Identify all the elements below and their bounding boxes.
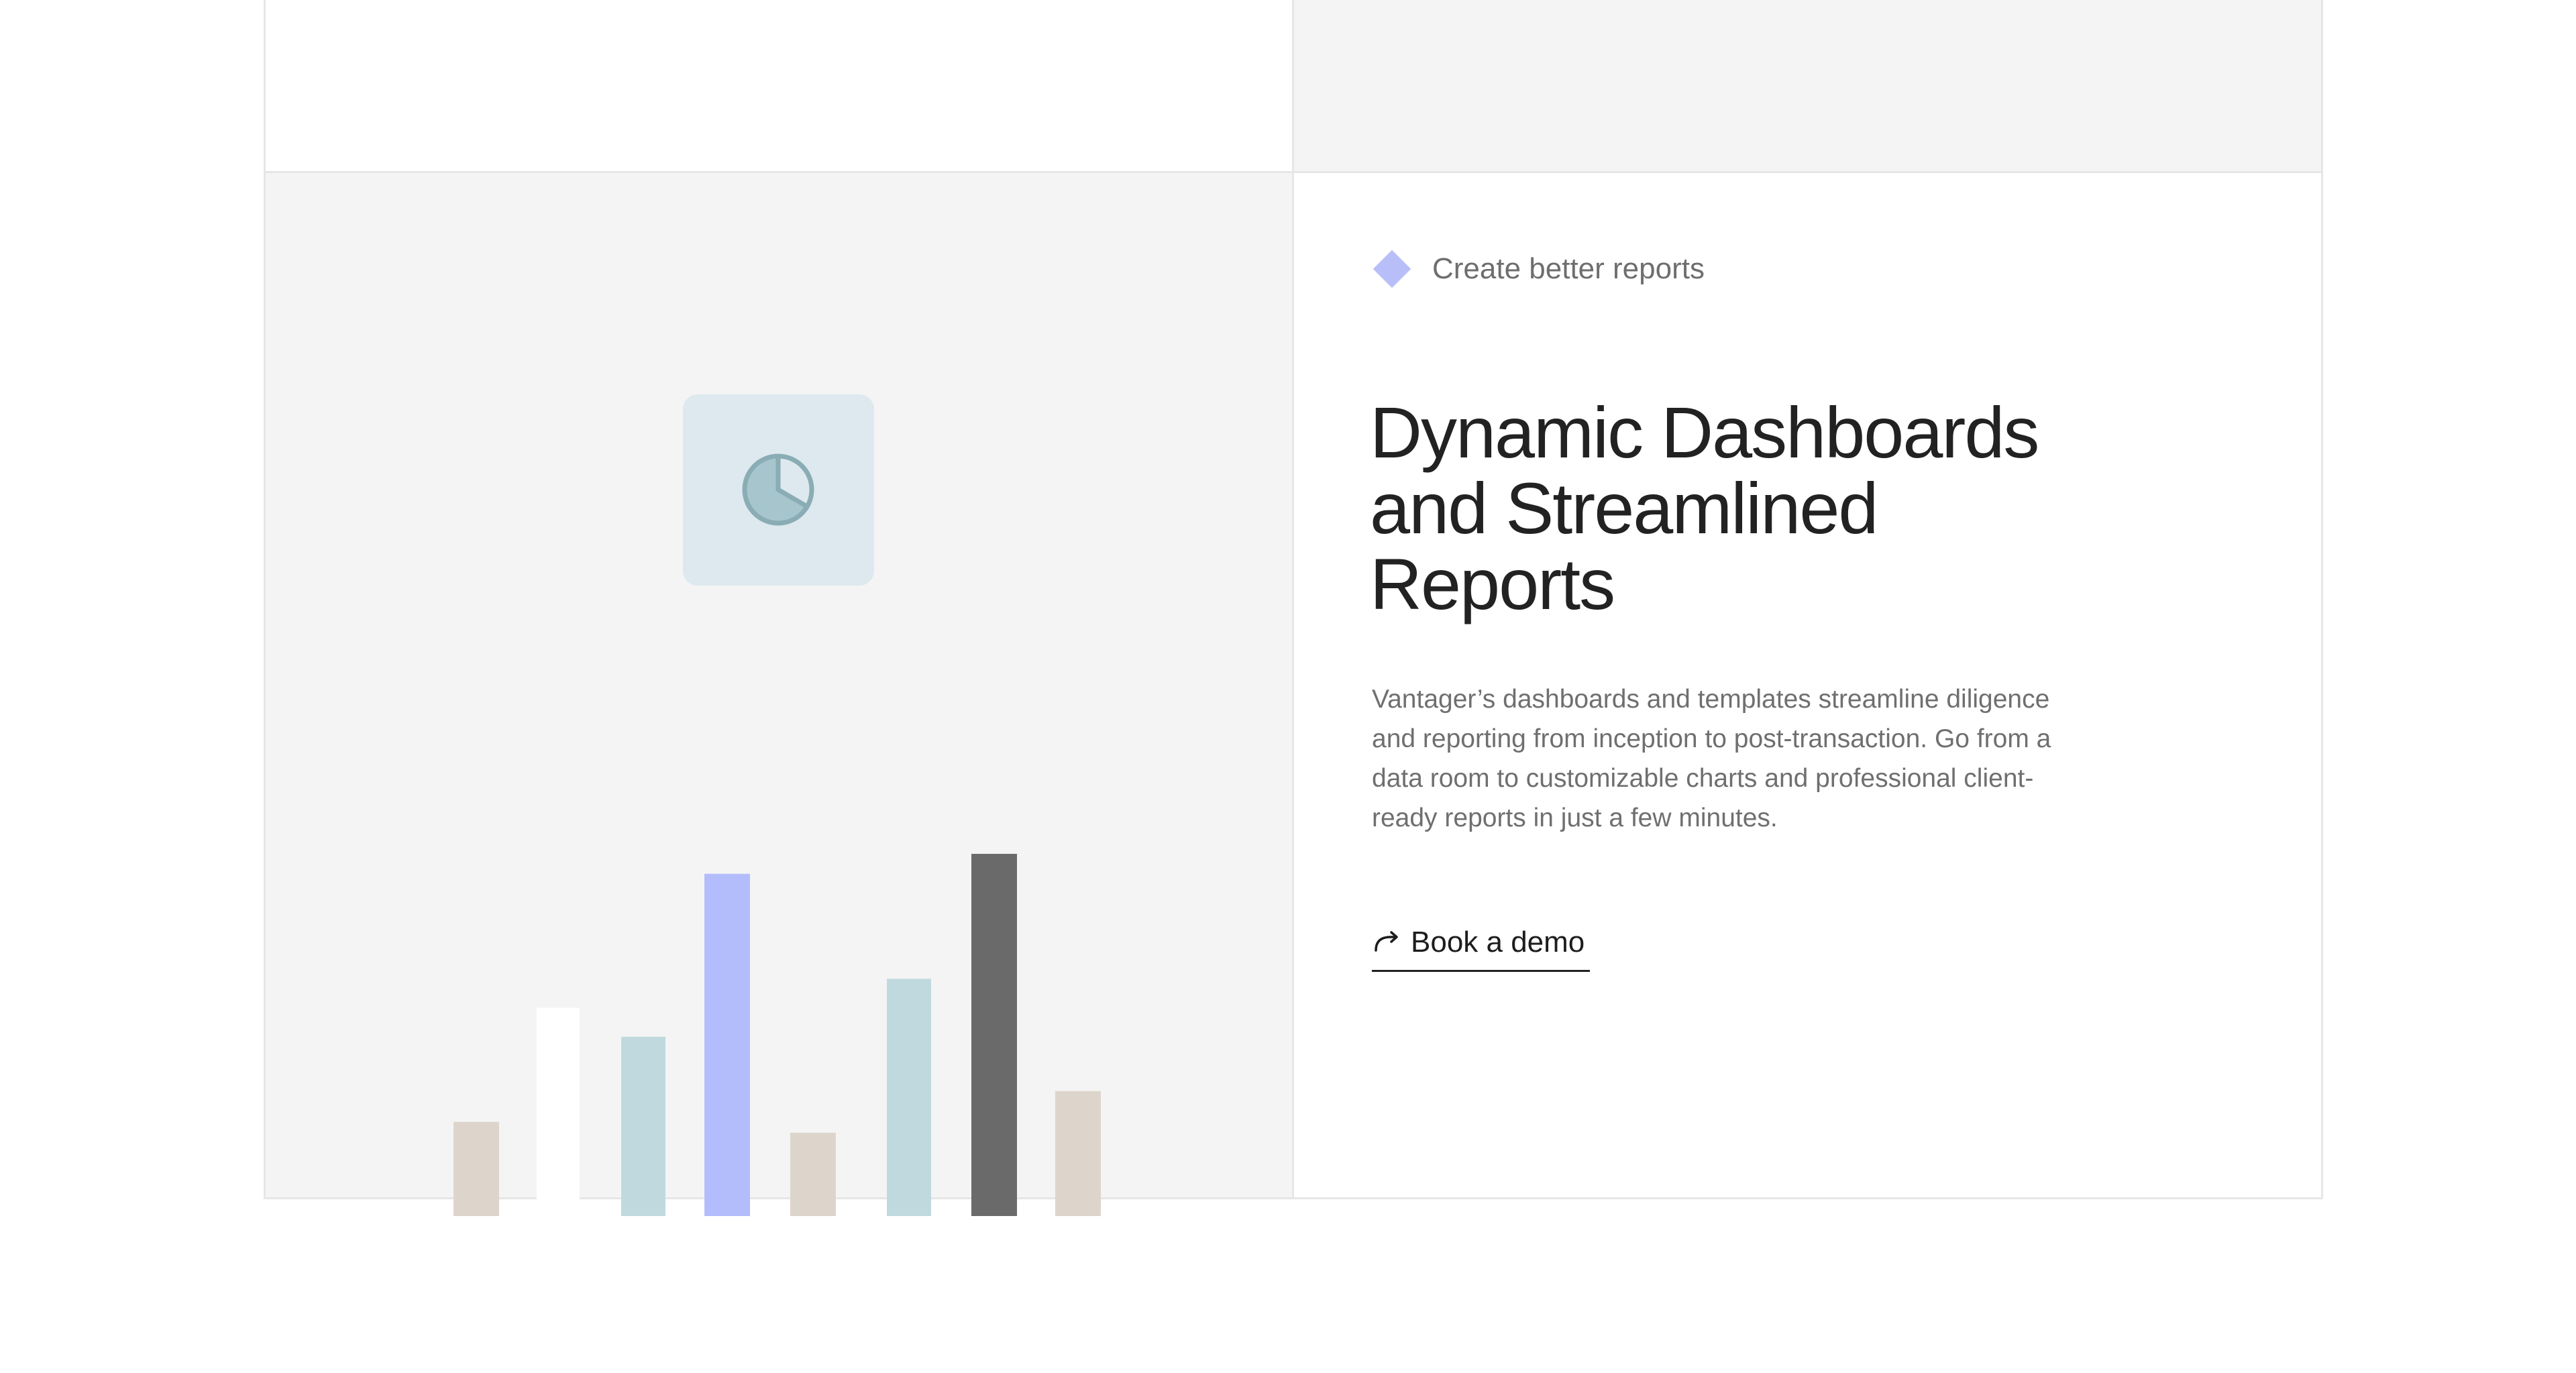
illustration-bar (971, 854, 1017, 1216)
illustration-bar (537, 1007, 580, 1216)
illustration-bar (1055, 1091, 1101, 1216)
headline: Dynamic Dashboards and Streamlined Repor… (1370, 392, 2039, 624)
illustration-bar (704, 873, 750, 1216)
bar-illustration (453, 854, 1101, 1216)
feature-section: Create better reports Dynamic Dashboards… (264, 0, 2323, 1216)
diamond-icon (1373, 250, 1411, 288)
book-demo-label: Book a demo (1411, 926, 1585, 958)
pie-chart-icon (742, 453, 814, 526)
eyebrow-label: Create better reports (1432, 252, 1705, 285)
content-panel: Create better reports Dynamic Dashboards… (1294, 173, 2321, 1197)
arrow-redirect-icon (1375, 931, 1398, 952)
illustration-bar (887, 979, 931, 1216)
illustration-panel (266, 173, 1292, 1216)
eyebrow: Create better reports (1373, 250, 1705, 288)
top-left-cell (266, 0, 1292, 171)
illustration-bar (453, 1121, 499, 1216)
description: Vantager’s dashboards and templates stre… (1372, 685, 2051, 832)
illustration-bar (621, 1036, 665, 1216)
pie-chart-tile (683, 394, 874, 586)
top-right-cell (1294, 0, 2321, 171)
book-demo-link[interactable]: Book a demo (1372, 926, 1591, 972)
illustration-bar (790, 1132, 836, 1216)
